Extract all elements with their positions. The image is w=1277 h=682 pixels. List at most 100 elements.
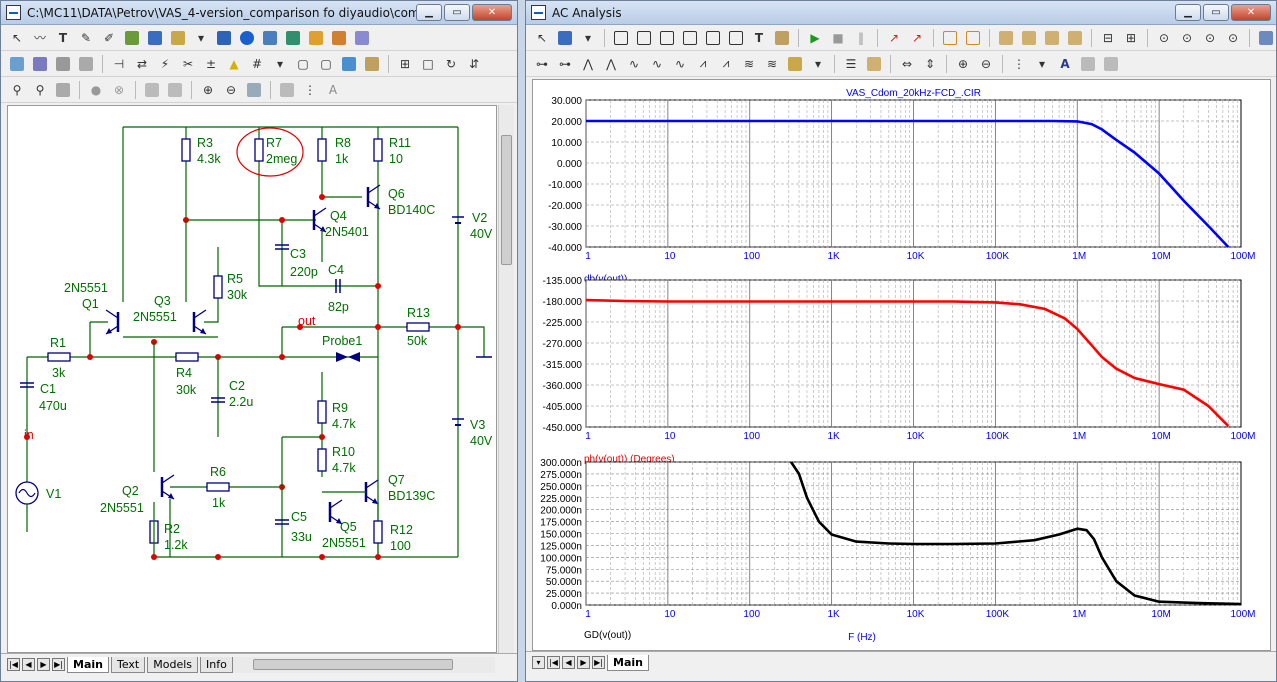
- pen-icon[interactable]: ✐: [99, 28, 119, 48]
- properties-icon[interactable]: [362, 54, 382, 74]
- run-icon[interactable]: ▶: [805, 28, 825, 48]
- ac-dropdown3-icon[interactable]: ▾: [1032, 54, 1052, 74]
- cursor-icon[interactable]: ↗: [884, 28, 904, 48]
- scale4-icon[interactable]: [680, 28, 700, 48]
- copy-icon[interactable]: [76, 54, 96, 74]
- first-page-button[interactable]: |◀: [7, 658, 20, 671]
- ac-component-icon[interactable]: [555, 28, 575, 48]
- wave1-icon[interactable]: ⊶: [532, 54, 552, 74]
- split-v-icon[interactable]: ⊞: [1121, 28, 1141, 48]
- grid-view-icon[interactable]: ⋮: [300, 80, 320, 100]
- wave2-icon[interactable]: ⊶: [555, 54, 575, 74]
- schematic-vertical-scrollbar[interactable]: [498, 105, 514, 653]
- ac-tab-main[interactable]: Main: [607, 654, 649, 671]
- horizontal-scroll-thumb[interactable]: [253, 659, 453, 670]
- fit-icon[interactable]: ⇔: [897, 54, 917, 74]
- tag-icon[interactable]: [53, 80, 73, 100]
- minimize-button[interactable]: ▁: [416, 4, 442, 21]
- ac-props-icon[interactable]: [772, 28, 792, 48]
- route-icon[interactable]: [7, 54, 27, 74]
- component-icon[interactable]: [145, 28, 165, 48]
- vertical-scroll-thumb[interactable]: [501, 135, 512, 265]
- schematic-titlebar[interactable]: C:\MC11\DATA\Petrov\VAS_4-version_compar…: [1, 1, 517, 25]
- ac-zoom2-icon[interactable]: ⊙: [1177, 28, 1197, 48]
- last-page-button[interactable]: ▶|: [52, 658, 65, 671]
- ac-check-icon[interactable]: [1256, 28, 1276, 48]
- fit2-icon[interactable]: ⇕: [920, 54, 940, 74]
- dropdown-icon[interactable]: ▾: [191, 28, 211, 48]
- ac-dropdown-nav[interactable]: ▾: [532, 656, 545, 669]
- clipboard-icon[interactable]: [168, 28, 188, 48]
- tab-main[interactable]: Main: [67, 656, 109, 673]
- ac-titlebar[interactable]: AC Analysis ▁ ▭ ✕: [526, 1, 1276, 25]
- wave4-icon[interactable]: ⋀: [601, 54, 621, 74]
- ac-select-icon[interactable]: ↖: [532, 28, 552, 48]
- dropdown-2-icon[interactable]: ▾: [270, 54, 290, 74]
- flow-icon[interactable]: [339, 54, 359, 74]
- pause-icon[interactable]: ‖: [851, 28, 871, 48]
- ac-font-icon[interactable]: A: [1055, 54, 1075, 74]
- rotate-icon[interactable]: ↻: [441, 54, 461, 74]
- scissors-icon[interactable]: ✂: [178, 54, 198, 74]
- edit-icon[interactable]: [352, 28, 372, 48]
- ac-grid-icon[interactable]: ⋮: [1009, 54, 1029, 74]
- pin-icon[interactable]: ⊣: [109, 54, 129, 74]
- close-button[interactable]: ✕: [472, 4, 512, 21]
- flip-icon[interactable]: ⇵: [464, 54, 484, 74]
- wave8-icon[interactable]: ⩘: [693, 54, 713, 74]
- zoom-fit-icon[interactable]: [244, 80, 264, 100]
- ac-layers-icon[interactable]: [1078, 54, 1098, 74]
- box-icon[interactable]: □: [418, 54, 438, 74]
- wave11-icon[interactable]: ≋: [762, 54, 782, 74]
- scale-icon[interactable]: [611, 28, 631, 48]
- warning-icon[interactable]: ▲: [224, 54, 244, 74]
- wave7-icon[interactable]: ∿: [670, 54, 690, 74]
- ac-zoom4-icon[interactable]: ⊙: [1223, 28, 1243, 48]
- tab-models[interactable]: Models: [147, 656, 198, 673]
- pencil-icon[interactable]: ✎: [76, 28, 96, 48]
- wave3-icon[interactable]: ⋀: [578, 54, 598, 74]
- node-number-icon[interactable]: ±: [201, 54, 221, 74]
- ac-layers2-icon[interactable]: [1101, 54, 1121, 74]
- ac-minimize-button[interactable]: ▁: [1175, 4, 1201, 21]
- next-page-button[interactable]: ▶: [37, 658, 50, 671]
- page-icon[interactable]: ▢: [293, 54, 313, 74]
- ac-first-page-button[interactable]: |◀: [547, 656, 560, 669]
- table-icon[interactable]: [329, 28, 349, 48]
- page2-icon[interactable]: ▢: [316, 54, 336, 74]
- info-icon[interactable]: [237, 28, 257, 48]
- prev-page-button[interactable]: ◀: [22, 658, 35, 671]
- flag-icon[interactable]: [214, 28, 234, 48]
- tab-text[interactable]: Text: [110, 656, 146, 673]
- ac-text-icon[interactable]: T: [749, 28, 769, 48]
- lightning-icon[interactable]: ⚡: [155, 54, 175, 74]
- select-arrow-icon[interactable]: ↖: [7, 28, 27, 48]
- restore-button[interactable]: ▭: [444, 4, 470, 21]
- wire-icon[interactable]: 〰: [30, 28, 50, 48]
- find-icon[interactable]: ⚲: [30, 80, 50, 100]
- node-icon[interactable]: [53, 54, 73, 74]
- layers-icon[interactable]: [142, 80, 162, 100]
- ac-zoom-icon[interactable]: ⊙: [1154, 28, 1174, 48]
- ac-restore-button[interactable]: ▭: [1203, 4, 1229, 21]
- box2-icon[interactable]: [963, 28, 983, 48]
- layout2-icon[interactable]: [1019, 28, 1039, 48]
- wave-icon[interactable]: [30, 54, 50, 74]
- ac-zoom-in-icon[interactable]: ⊕: [953, 54, 973, 74]
- zoom-in-icon[interactable]: ⊕: [198, 80, 218, 100]
- ac-next-page-button[interactable]: ▶: [577, 656, 590, 669]
- step-icon[interactable]: ●: [86, 80, 106, 100]
- zoom-out-icon[interactable]: ⊖: [221, 80, 241, 100]
- note-icon[interactable]: [864, 54, 884, 74]
- ac-clip-icon[interactable]: [785, 54, 805, 74]
- chart-icon[interactable]: [306, 28, 326, 48]
- ac-close-button[interactable]: ✕: [1231, 4, 1271, 21]
- box1-icon[interactable]: [940, 28, 960, 48]
- split-h-icon[interactable]: ⊟: [1098, 28, 1118, 48]
- layers2-icon[interactable]: [165, 80, 185, 100]
- list-icon[interactable]: ☰: [841, 54, 861, 74]
- ac-zoom-out-icon[interactable]: ⊖: [976, 54, 996, 74]
- ac-dropdown-icon[interactable]: ▾: [578, 28, 598, 48]
- plot-canvas[interactable]: 30.000 20.000 10.000 0.000 -10.000 -20.000 -30…: [532, 79, 1271, 651]
- wave5-icon[interactable]: ∿: [624, 54, 644, 74]
